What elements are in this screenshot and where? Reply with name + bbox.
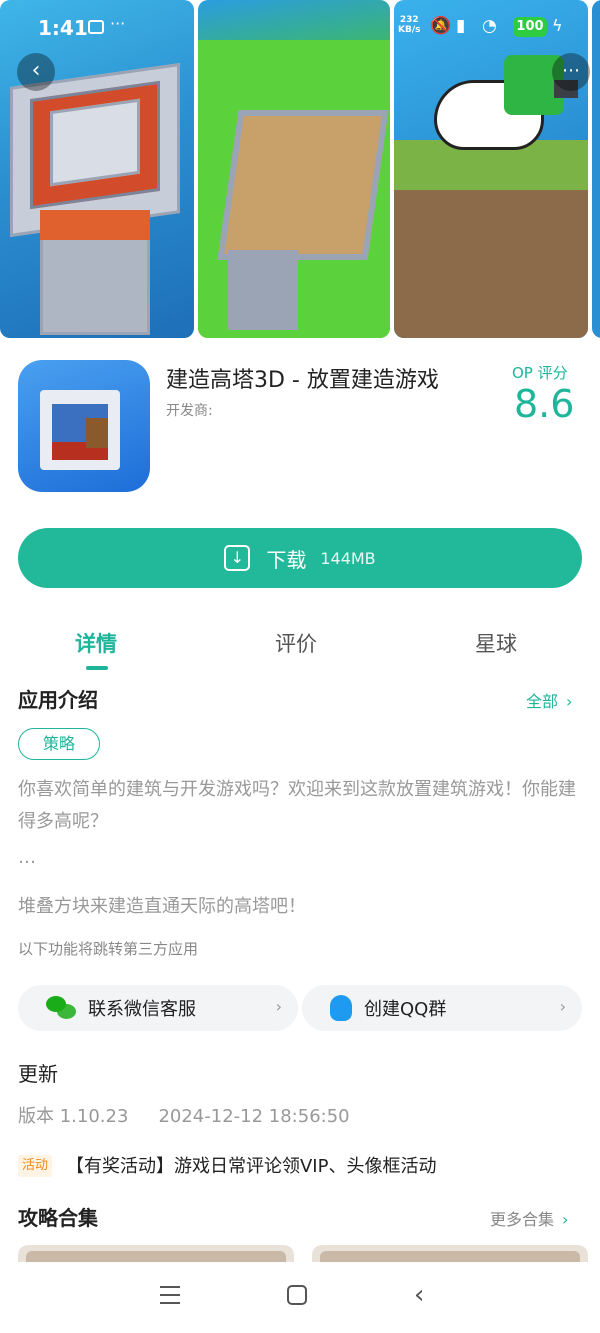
app-icon: [18, 360, 150, 492]
more-notifications-icon: ···: [110, 14, 126, 33]
back-button[interactable]: ‹: [17, 53, 55, 91]
wechat-icon: [46, 996, 76, 1020]
update-title: 更新: [18, 1062, 58, 1086]
active-tab-indicator: [86, 666, 108, 670]
chevron-right-icon: ›: [559, 997, 566, 1016]
charging-icon: ϟ: [552, 16, 563, 35]
app-description: 你喜欢简单的建筑与开发游戏吗？欢迎来到这款放置建筑游戏！你能建得多高呢？: [18, 779, 576, 832]
more-options-button[interactable]: ⋯: [552, 53, 590, 91]
download-label: 下载: [266, 547, 307, 572]
activity-link[interactable]: 【有奖活动】游戏日常评论领VIP、头像框活动: [66, 1152, 436, 1178]
network-speed-unit: KB/s: [398, 25, 421, 35]
category-tag[interactable]: 策略: [18, 728, 100, 760]
tab-planet[interactable]: 星球: [475, 628, 517, 658]
tab-details[interactable]: 详情: [75, 628, 117, 658]
guides-more-link[interactable]: 更多合集 ›: [490, 1206, 568, 1230]
network-speed: 232 KB/s: [398, 15, 420, 35]
app-tagline: 堆叠方块来建造直通天际的高塔吧！: [18, 896, 306, 917]
description-ellipsis: …: [18, 847, 36, 868]
guides-title: 攻略合集: [18, 1206, 98, 1230]
message-icon: [88, 20, 104, 34]
battery-indicator: 100: [513, 17, 547, 37]
guides-more-label: 更多合集: [490, 1210, 555, 1229]
download-size: 144MB: [320, 548, 376, 568]
download-button[interactable]: ↓ 下载 144MB: [18, 528, 582, 588]
wifi-icon: ◔: [482, 16, 497, 36]
status-time: 1:41: [38, 16, 88, 40]
qq-icon: [330, 995, 352, 1021]
app-title: 建造高塔3D - 放置建造游戏: [166, 368, 439, 393]
intro-title: 应用介绍: [18, 688, 98, 712]
rating-label: OP 评分: [512, 364, 568, 382]
third-party-note: 以下功能将跳转第三方应用: [18, 940, 199, 958]
system-nav-bar: ‹: [0, 1262, 600, 1333]
mute-icon: 🔕: [430, 16, 452, 36]
intro-more-link[interactable]: 全部 ›: [526, 688, 572, 712]
nav-back-button[interactable]: ‹: [414, 1280, 424, 1310]
chevron-right-icon: ›: [566, 692, 573, 711]
signal-icon: ▮: [456, 16, 466, 36]
home-button[interactable]: [287, 1285, 307, 1305]
version-number: 版本 1.10.23: [18, 1106, 129, 1127]
update-datetime: 2024-12-12 18:56:50: [158, 1106, 350, 1127]
intro-more-label: 全部: [526, 692, 559, 711]
wechat-label: 联系微信客服: [88, 999, 196, 1020]
status-bar: 1:41 ··· 232 KB/s 🔕 ▮ ◔ 100 ϟ: [0, 0, 600, 54]
chevron-right-icon: ›: [562, 1210, 569, 1229]
qq-group-button[interactable]: 创建QQ群 ›: [302, 985, 582, 1031]
version-info: 版本 1.10.23 2024-12-12 18:56:50: [18, 1102, 350, 1128]
recent-apps-button[interactable]: [160, 1286, 180, 1310]
chevron-right-icon: ›: [275, 997, 282, 1016]
qq-label: 创建QQ群: [364, 999, 447, 1020]
network-speed-value: 232: [399, 15, 419, 25]
activity-badge: 活动: [18, 1155, 53, 1177]
rating-value: 8.6: [514, 382, 575, 426]
wechat-service-button[interactable]: 联系微信客服 ›: [18, 985, 298, 1031]
developer-label: 开发商:: [166, 403, 213, 419]
tab-reviews[interactable]: 评价: [275, 628, 317, 658]
download-icon: ↓: [224, 545, 251, 571]
